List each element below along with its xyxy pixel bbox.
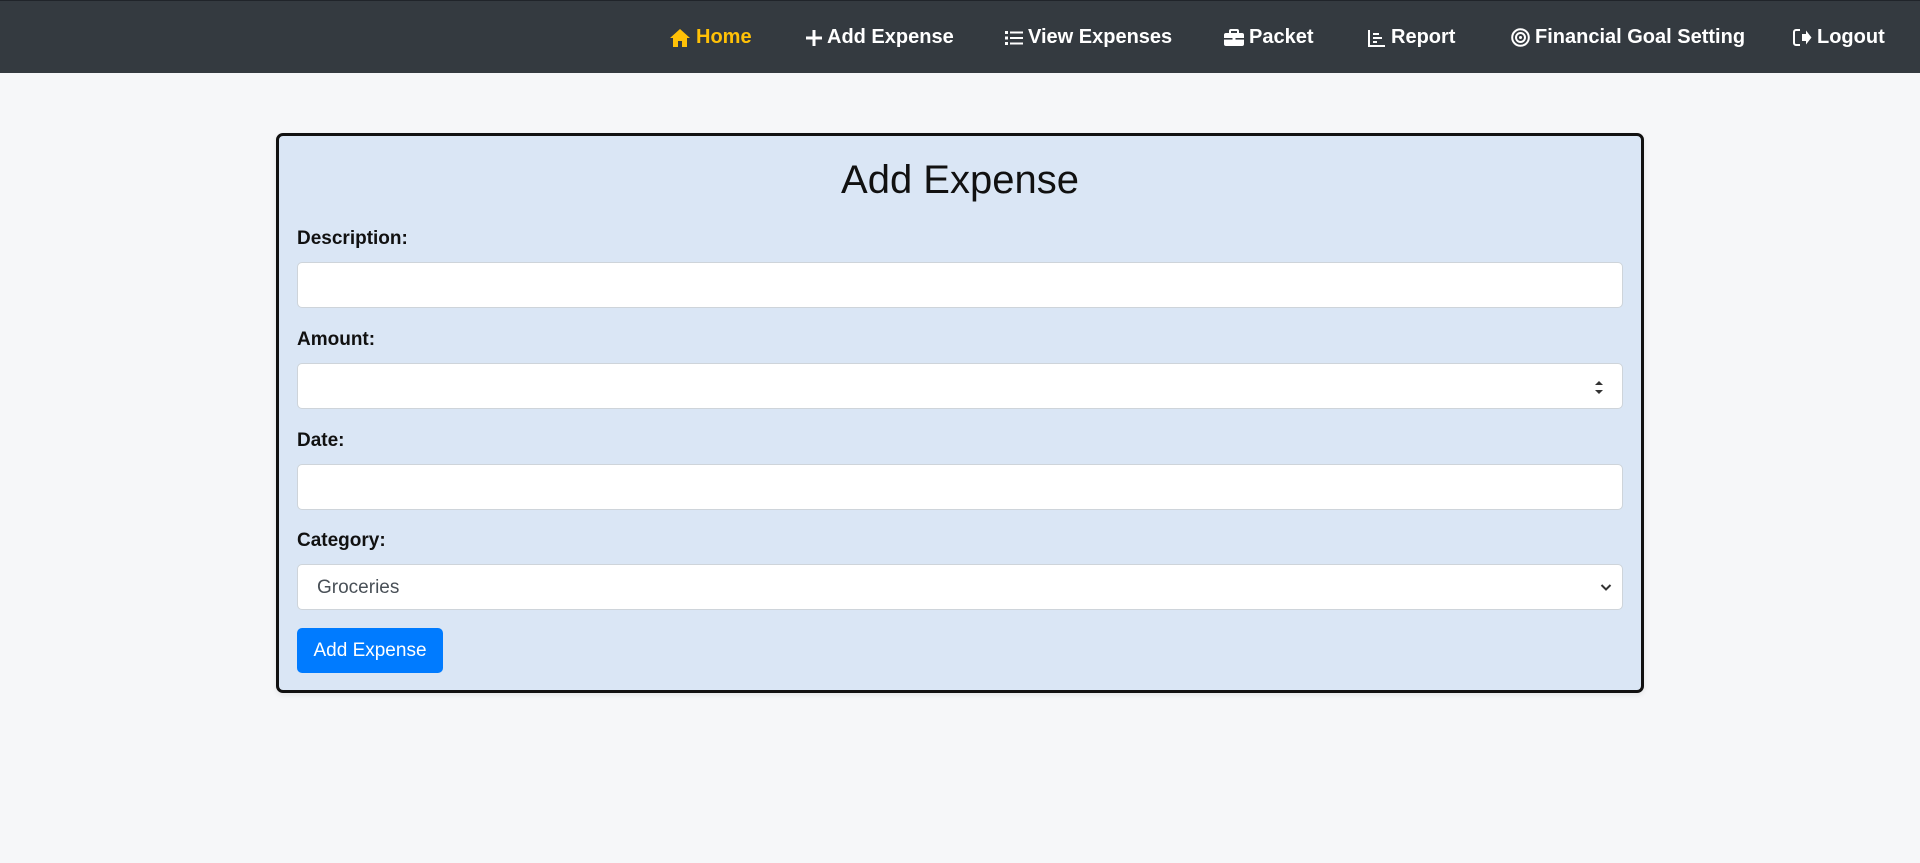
add-expense-button[interactable]: Add Expense <box>297 628 443 673</box>
nav-add-expense-label: Add Expense <box>827 26 954 48</box>
nav-report[interactable]: Report <box>1368 1 1455 74</box>
nav-logout[interactable]: Logout <box>1793 1 1885 74</box>
nav-view-expenses-label: View Expenses <box>1028 26 1173 48</box>
logout-icon <box>1793 29 1812 46</box>
nav-financial-goal-setting[interactable]: Financial Goal Setting <box>1511 1 1745 74</box>
category-label: Category: <box>297 530 386 551</box>
spinner-down-icon <box>1595 389 1603 394</box>
top-navbar: Home Add Expense View Expenses Packet Re… <box>0 0 1920 73</box>
nav-financial-goal-setting-label: Financial Goal Setting <box>1535 26 1746 48</box>
nav-packet[interactable]: Packet <box>1224 1 1314 74</box>
nav-view-expenses[interactable]: View Expenses <box>1005 1 1172 74</box>
category-select[interactable]: Groceries <box>297 564 1623 610</box>
nav-home-label: Home <box>696 26 752 48</box>
nav-logout-label: Logout <box>1817 26 1885 48</box>
plus-icon <box>806 29 822 46</box>
date-input[interactable] <box>298 465 1622 509</box>
category-selected-value: Groceries <box>317 577 400 598</box>
nav-home[interactable]: Home <box>669 1 752 74</box>
add-expense-card: Add Expense Description: Amount: Date: C… <box>276 133 1644 693</box>
home-icon <box>670 28 690 47</box>
nav-report-label: Report <box>1391 26 1456 48</box>
date-label: Date: <box>297 430 345 451</box>
date-field-wrapper <box>297 464 1623 510</box>
amount-field-wrapper <box>297 363 1623 409</box>
chevron-down-icon <box>1600 584 1612 591</box>
nav-add-expense[interactable]: Add Expense <box>806 1 954 74</box>
target-icon <box>1511 28 1530 47</box>
amount-spinner[interactable] <box>1592 377 1606 397</box>
spinner-up-icon <box>1595 380 1603 385</box>
description-field-wrapper <box>297 262 1623 308</box>
description-label: Description: <box>297 228 408 249</box>
amount-input[interactable] <box>298 364 1622 408</box>
nav-packet-label: Packet <box>1249 26 1314 48</box>
description-input[interactable] <box>298 263 1622 307</box>
chart-icon <box>1368 29 1385 47</box>
amount-label: Amount: <box>297 329 376 350</box>
list-icon <box>1005 30 1023 45</box>
form-title: Add Expense <box>841 158 1079 202</box>
briefcase-icon <box>1224 28 1244 46</box>
